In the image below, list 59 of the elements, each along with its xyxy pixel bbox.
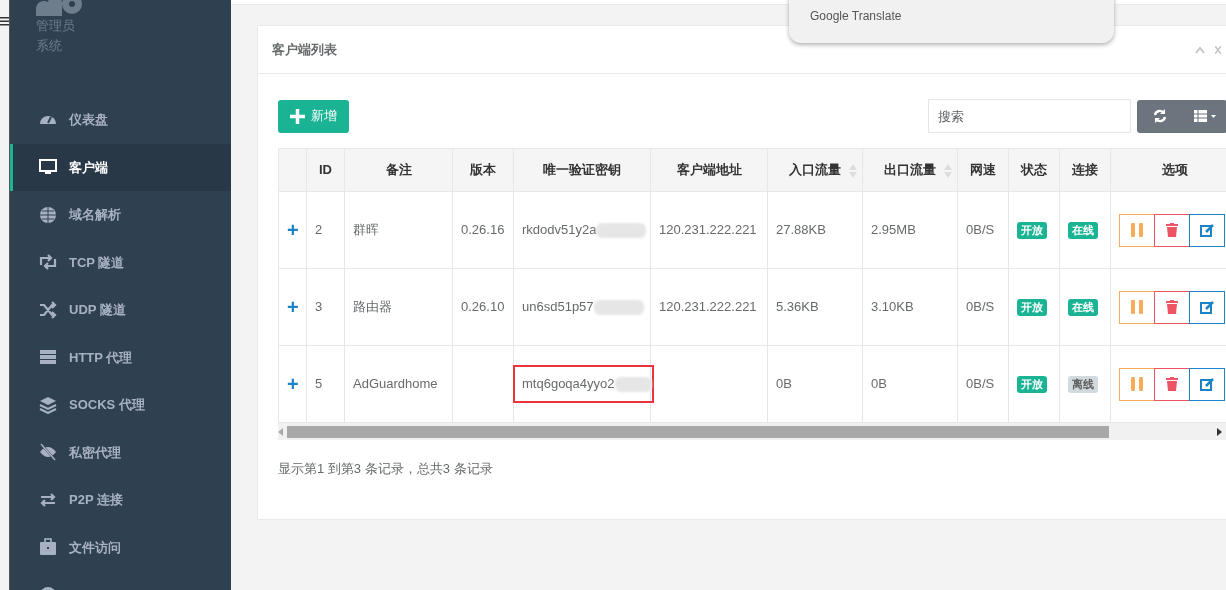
record-summary: 显示第1 到第3 条记录，总共3 条记录 xyxy=(278,460,493,478)
table-cell: 0B/S xyxy=(966,299,995,315)
column-header: 状态 xyxy=(1008,148,1060,192)
table-cell: 3.10KB xyxy=(871,299,914,315)
table-cell-text: mtq6goqa4yyo2 xyxy=(522,375,615,394)
table-cell: 120.231.222.221 xyxy=(659,299,757,315)
column-header: 客户端地址 xyxy=(650,148,768,192)
table-cell: 5.36KB xyxy=(776,299,819,315)
user-role: 系统 xyxy=(36,36,62,55)
table-cell: 0.26.16 xyxy=(461,222,505,238)
table-cell: AdGuardhome xyxy=(353,376,438,392)
sidebar-item[interactable]: P2P 连接 xyxy=(10,476,231,524)
sidebar-item[interactable]: 客户端 xyxy=(10,143,231,191)
column-header: ID xyxy=(306,148,345,192)
table-cell: 120.231.222.221 xyxy=(659,222,757,238)
table-cell: 2 xyxy=(315,222,323,238)
column-header: 网速 xyxy=(957,148,1009,192)
sidebar-item[interactable]: 文件访问 xyxy=(10,523,231,571)
sidebar-item[interactable]: HTTP 代理 xyxy=(10,333,231,381)
table-cell-text: un6sd51p57 xyxy=(522,298,594,317)
column-header[interactable]: 出口流量 xyxy=(862,148,958,192)
table-cell: 2.95MB xyxy=(871,222,916,238)
table-cell: 5 xyxy=(315,376,323,392)
table-cell: 0B/S xyxy=(966,376,995,392)
table-cell: 0B/S xyxy=(966,222,995,238)
panel-title: 客户端列表 xyxy=(272,40,337,59)
status-badge: 开放 xyxy=(1017,299,1047,317)
add-button[interactable]: 新增 xyxy=(278,99,349,133)
translate-label: Google Translate xyxy=(810,8,902,25)
table-cell: 27.88KB xyxy=(776,222,826,238)
connection-badge: 离线 xyxy=(1068,376,1098,394)
column-header[interactable]: 入口流量 xyxy=(767,148,863,192)
user-name: 管理员 xyxy=(36,17,75,35)
sidebar-item[interactable]: 域名解析 xyxy=(10,191,231,239)
table-cell: 群晖 xyxy=(353,222,379,238)
expand-icon[interactable]: + xyxy=(287,219,299,241)
connection-badge: 在线 xyxy=(1068,299,1098,317)
sidebar-item[interactable]: UDP 隧道 xyxy=(10,286,231,334)
sidebar-item[interactable]: SOCKS 代理 xyxy=(10,381,231,429)
column-header: 选项 xyxy=(1110,148,1226,192)
connection-badge: 在线 xyxy=(1068,222,1098,240)
table-cell: 0B xyxy=(871,376,887,392)
expand-icon[interactable]: + xyxy=(287,373,299,395)
search-field[interactable]: 搜索 xyxy=(927,99,1131,133)
column-header: 版本 xyxy=(452,148,514,192)
table-cell: 3 xyxy=(315,299,323,315)
column-header: 唯一验证密钥 xyxy=(513,148,651,192)
status-badge: 开放 xyxy=(1017,376,1047,394)
sidebar-item[interactable]: 仪表盘 xyxy=(10,96,231,144)
sidebar-item[interactable]: TCP 隧道 xyxy=(10,238,231,286)
table-cell: 0B xyxy=(776,376,792,392)
table-cell-text: rkdodv51y2a xyxy=(522,221,597,240)
column-header: 备注 xyxy=(344,148,453,192)
status-badge: 开放 xyxy=(1017,222,1047,240)
table-cell: 0.26.10 xyxy=(461,299,505,315)
expand-icon[interactable]: + xyxy=(287,296,299,318)
column-header: 连接 xyxy=(1059,148,1111,192)
table-cell: 路由器 xyxy=(353,299,392,315)
sidebar-item[interactable]: 私密代理 xyxy=(10,428,231,476)
